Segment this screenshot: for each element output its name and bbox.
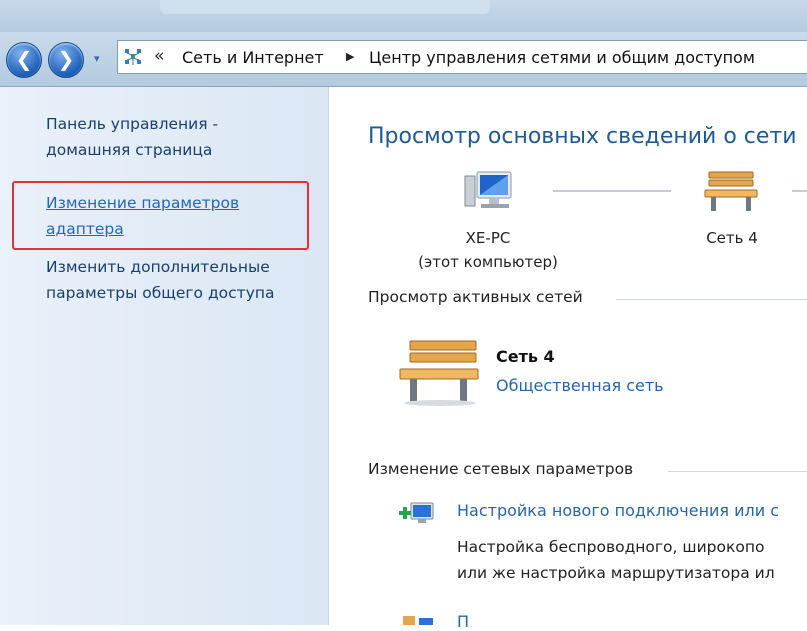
highlight-box [12, 181, 309, 250]
forward-arrow-icon: ❯ [57, 47, 75, 71]
change-settings-header: Изменение сетевых параметров [368, 460, 634, 478]
task-sidebar [0, 87, 329, 625]
back-arrow-icon: ❮ [15, 47, 33, 71]
back-button[interactable]: ❮ [6, 42, 42, 78]
address-bar[interactable]: « Сеть и Интернет ▶ Центр управления сет… [117, 40, 807, 74]
breadcrumb-separator-icon[interactable]: ▶ [346, 50, 354, 63]
computer-name: XE-PC [465, 229, 511, 247]
active-networks-header: Просмотр активных сетей [368, 288, 583, 306]
connection-line [792, 190, 807, 192]
section-divider [668, 471, 807, 472]
setup-new-connection-link[interactable]: Настройка нового подключения или с [457, 501, 779, 520]
sidebar-item-advanced-sharing[interactable]: Изменить дополнительные параметры общего… [46, 254, 275, 306]
breadcrumb-overflow-icon[interactable]: « [154, 46, 164, 66]
history-dropdown-icon[interactable]: ▾ [94, 52, 100, 65]
forward-button[interactable]: ❯ [48, 42, 84, 78]
computer-subtitle: (этот компьютер) [418, 253, 558, 271]
new-connection-icon [399, 502, 434, 523]
sidebar-item-line: домашняя страница [46, 141, 213, 159]
task-link-partial[interactable]: П [457, 612, 469, 631]
task-description: или же настройка маршрутизатора ил [457, 564, 775, 582]
window-titlebar [0, 0, 807, 32]
bench-icon-large [399, 340, 479, 406]
sidebar-item-line: параметры общего доступа [46, 284, 275, 302]
active-network-name: Сеть 4 [496, 347, 555, 366]
network-type-link[interactable]: Общественная сеть [496, 376, 664, 395]
sidebar-item-line: Изменить дополнительные [46, 258, 270, 276]
bench-icon[interactable] [703, 168, 759, 214]
sidebar-item-control-panel-home[interactable]: Панель управления - домашняя страница [46, 111, 218, 163]
titlebar-blur [160, 0, 490, 14]
network-center-icon [125, 49, 141, 65]
sidebar-item-line: Панель управления - [46, 115, 219, 133]
breadcrumb-network-center[interactable]: Центр управления сетями и общим доступом [369, 48, 755, 67]
breadcrumb-network-internet[interactable]: Сеть и Интернет [182, 48, 324, 67]
connection-line [553, 190, 671, 192]
network-task-icon [403, 616, 433, 625]
map-network-name: Сеть 4 [706, 229, 758, 247]
task-description: Настройка беспроводного, широкопо [457, 538, 765, 556]
page-title: Просмотр основных сведений о сети [368, 124, 797, 149]
section-divider [616, 299, 807, 300]
computer-icon[interactable] [463, 168, 519, 218]
